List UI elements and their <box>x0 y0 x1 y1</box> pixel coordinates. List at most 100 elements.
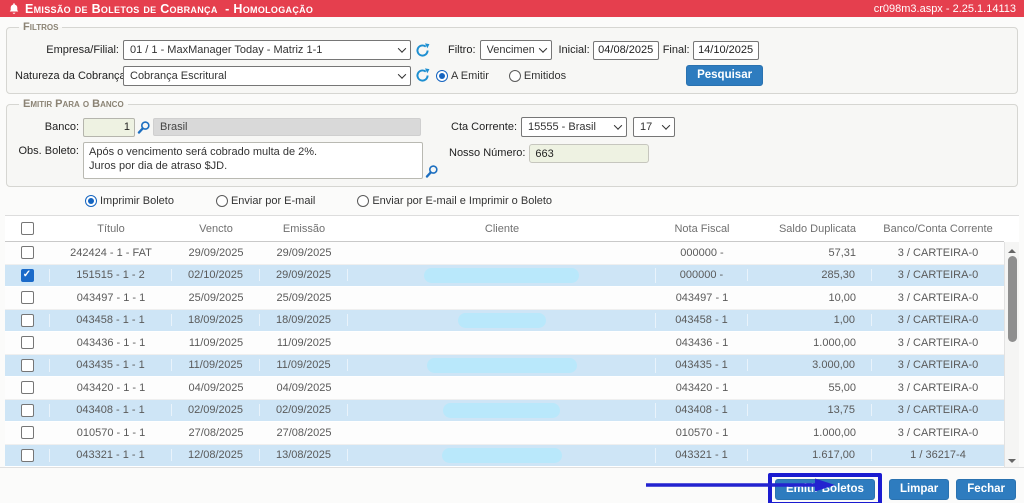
cliente-redaction <box>426 357 577 373</box>
cell-vencto: 29/09/2025 <box>188 246 244 259</box>
search-icon[interactable] <box>137 120 151 135</box>
row-checkbox[interactable] <box>20 313 34 327</box>
table-row[interactable]: 043458 - 1 - 1 18/09/2025 18/09/2025 043458… <box>5 309 1004 332</box>
cell-cliente <box>348 447 656 463</box>
nosso-numero-label: Nosso Número: <box>449 147 526 159</box>
table-row[interactable]: 242424 - 1 - FAT 29/09/2025 29/09/2025 0000… <box>5 242 1004 265</box>
cell-saldo-duplicata: 1.000,00 <box>813 426 856 439</box>
scroll-down-icon[interactable] <box>1008 459 1016 467</box>
search-icon[interactable] <box>425 164 439 179</box>
column-header-nota-fiscal[interactable]: Nota Fiscal <box>656 223 748 235</box>
row-checkbox[interactable] <box>20 268 34 282</box>
annotation-arrow <box>644 478 836 495</box>
column-header-emissao[interactable]: Emissão <box>260 223 348 235</box>
chevron-down-icon <box>397 44 407 53</box>
column-header-banco-conta[interactable]: Banco/Conta Corrente <box>872 223 1004 235</box>
cell-emissao: 02/09/2025 <box>260 404 348 417</box>
cell-titulo: 043497 - 1 - 1 <box>76 291 146 304</box>
radio-dot <box>508 69 521 82</box>
pesquisar-button[interactable]: Pesquisar <box>686 65 764 86</box>
cell-banco-conta: 3 / CARTEIRA-0 <box>897 336 979 349</box>
empresa-label: Empresa/Filial: <box>46 44 119 56</box>
cta-corrente-select[interactable]: 15555 - Brasil <box>521 117 628 137</box>
row-checkbox[interactable] <box>20 358 34 372</box>
obs-boleto-textarea[interactable]: Após o vencimento será cobrado multa de … <box>83 142 423 179</box>
fechar-button[interactable]: Fechar <box>956 479 1016 500</box>
cell-saldo-duplicata: 1.617,00 <box>748 449 872 462</box>
column-header-titulo[interactable]: Título <box>50 223 172 235</box>
row-checkbox[interactable] <box>21 381 34 395</box>
cell-nota-fiscal: 043321 - 1 <box>656 449 748 462</box>
row-checkbox[interactable] <box>21 426 34 440</box>
cliente-redaction <box>424 267 579 283</box>
cliente-redaction <box>443 402 560 418</box>
cell-nota-fiscal: 043408 - 1 <box>656 404 748 417</box>
row-checkbox-cell <box>5 381 50 395</box>
final-date-input[interactable] <box>692 40 759 60</box>
cell-saldo-duplicata: 57,31 <box>828 246 856 259</box>
cell-cliente <box>348 267 656 283</box>
natureza-select[interactable]: Cobrança Escritural <box>123 65 411 86</box>
column-header-saldo-duplicata[interactable]: Saldo Duplicata <box>748 223 872 235</box>
output-option-0[interactable]: Imprimir Boleto <box>85 195 174 207</box>
natureza-label: Natureza da Cobrança: <box>15 69 129 82</box>
cell-titulo: 043420 - 1 - 1 <box>76 381 146 394</box>
cell-emissao: 29/09/2025 <box>260 269 348 282</box>
row-checkbox-cell <box>5 246 50 260</box>
empresa-select[interactable]: 01 / 1 - MaxManager Today - Matriz 1-1 <box>123 40 411 60</box>
final-label: Final: <box>662 44 690 56</box>
cell-vencto: 04/09/2025 <box>188 381 244 394</box>
refresh-icon[interactable] <box>415 68 430 83</box>
radio-emitidos[interactable]: Emitidos <box>508 69 566 82</box>
table-row[interactable]: 043436 - 1 - 1 11/09/2025 11/09/2025 043436… <box>5 332 1004 355</box>
inicial-label: Inicial: <box>558 44 590 56</box>
scroll-up-icon[interactable] <box>1008 245 1016 253</box>
inicial-date-input[interactable] <box>592 40 659 60</box>
row-checkbox[interactable] <box>21 336 34 350</box>
cell-nota-fiscal: 043458 - 1 <box>656 314 748 327</box>
cell-nota-fiscal: 010570 - 1 <box>675 426 729 439</box>
table-row[interactable]: 043408 - 1 - 1 02/09/2025 02/09/2025 043408… <box>5 399 1004 422</box>
cell-titulo: 043436 - 1 - 1 <box>76 336 146 349</box>
row-checkbox[interactable] <box>20 448 34 462</box>
limpar-button[interactable]: Limpar <box>888 479 950 500</box>
row-checkbox[interactable] <box>21 246 34 260</box>
output-option-2[interactable]: Enviar por E-mail e Imprimir o Boleto <box>357 195 552 207</box>
banco-code-input[interactable] <box>83 117 135 137</box>
refresh-icon[interactable] <box>415 42 430 58</box>
output-options-row: Imprimir Boleto Enviar por E-mail Enviar p… <box>85 195 1024 207</box>
scrollbar-thumb[interactable] <box>1008 256 1017 342</box>
cta-digit-select[interactable]: 17 <box>633 117 676 137</box>
filtro-select[interactable]: Vencimento <box>479 40 552 60</box>
row-checkbox[interactable] <box>20 403 34 417</box>
column-header-cliente[interactable]: Cliente <box>348 223 656 235</box>
table-row[interactable]: 043435 - 1 - 1 11/09/2025 11/09/2025 043435… <box>5 354 1004 377</box>
column-header-vencto[interactable]: Vencto <box>172 223 260 235</box>
output-option-1[interactable]: Enviar por E-mail <box>215 195 315 207</box>
cell-banco-conta: 3 / CARTEIRA-0 <box>897 404 979 417</box>
row-checkbox[interactable] <box>21 291 34 305</box>
table-row[interactable]: 043321 - 1 - 1 12/08/2025 13/08/2025 043321… <box>5 444 1004 467</box>
radio-a-emitir[interactable]: A Emitir <box>436 69 489 82</box>
table-row[interactable]: 010570 - 1 - 1 27/08/2025 27/08/2025 010570… <box>5 422 1004 445</box>
radio-a-emitir-label: A Emitir <box>451 69 489 82</box>
cell-emissao: 11/09/2025 <box>260 359 348 372</box>
cliente-redaction <box>457 312 546 328</box>
boletos-table: Título Vencto Emissão Cliente Nota Fisca… <box>5 215 1019 467</box>
cell-saldo-duplicata: 10,00 <box>828 291 856 304</box>
row-checkbox-cell <box>5 403 50 417</box>
cell-emissao: 27/08/2025 <box>276 426 332 439</box>
cell-vencto: 11/09/2025 <box>172 359 260 372</box>
cell-vencto: 25/09/2025 <box>188 291 244 304</box>
select-all-checkbox[interactable] <box>21 222 34 235</box>
table-row[interactable]: 043420 - 1 - 1 04/09/2025 04/09/2025 043420… <box>5 377 1004 400</box>
table-row[interactable]: 151515 - 1 - 202/10/202529/09/2025 000000… <box>5 264 1004 287</box>
vertical-scrollbar[interactable] <box>1004 242 1019 467</box>
cell-banco-conta: 3 / CARTEIRA-0 <box>897 381 979 394</box>
table-row[interactable]: 043497 - 1 - 1 25/09/2025 25/09/2025 043497… <box>5 287 1004 310</box>
cell-titulo: 043321 - 1 - 1 <box>50 449 172 462</box>
row-checkbox-cell <box>5 426 50 440</box>
cell-vencto: 02/09/2025 <box>172 404 260 417</box>
cell-banco-conta: 3 / CARTEIRA-0 <box>897 269 979 282</box>
radio-dot <box>85 195 97 207</box>
